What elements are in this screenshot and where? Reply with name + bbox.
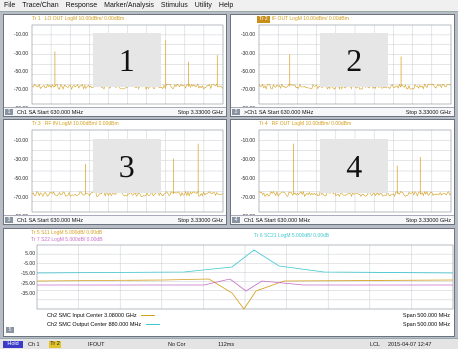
y-tick: -10.00 [240,32,255,39]
channel-footer: 2 >Ch1 SA Start 630.000 MHz Stop 3.33000 G… [231,107,454,116]
datetime: 2015-04-07 12:47 [388,341,432,348]
y-tick: -15.00 [20,271,35,277]
channel-footer: 1 Ch1 SA Start 630.000 MHz Stop 3.33000 GH… [4,107,226,116]
y-tick: -70.00 [240,87,255,94]
menu-stimulus[interactable]: Stimulus [161,2,188,9]
trace-indicator[interactable]: Tr 2 [49,340,61,348]
y-tick: 5.00 [25,251,35,257]
start-frequency: Ch1 SA Start 630.000 MHz [244,217,311,224]
trace-5-legend-swatch [141,315,156,317]
panel-index-badge: 2 [232,109,240,115]
stop-frequency: Stop 3.33000 GHz [405,109,451,116]
trace-window-1[interactable]: Tr 1 LO OUT LogM 10.00dBm/ 0.00dBm -10.00-… [3,14,227,117]
menu-trace-chan[interactable]: Trace/Chan [22,2,58,9]
menu-utility[interactable]: Utility [195,2,212,9]
channel-indicator[interactable]: Ch 1 [28,342,40,348]
menu-marker-analysis[interactable]: Marker/Analysis [104,2,154,9]
channel-footer: 4 Ch1 SA Start 630.000 MHz Stop 3.33000 GH… [231,215,454,224]
y-tick: -5.00 [23,261,35,267]
y-tick: -30.00 [13,50,28,57]
y-tick: -50.00 [13,68,28,75]
panel-index-badge: 4 [232,217,240,223]
menu-help[interactable]: Help [219,2,233,9]
y-tick: -10.00 [240,137,255,144]
y-tick: -10.00 [13,32,28,39]
channel-footer: 3 Ch1 SA Start 630.000 MHz Stop 3.33000 GH… [4,215,226,224]
output-center-label: Ch2 SMC Output Center 880.000 MHz [47,322,142,328]
start-frequency: Ch1 SA Start 630.000 MHz [17,109,84,116]
trace-window-2[interactable]: Tr 2 IF OUT LogM 10.00dBm/ 0.00dBm -10.00-… [230,14,455,117]
sparam-window[interactable]: Tr 5 S11 LogM 5.000dB/ 0.00dB Tr 7 S22 L… [3,228,455,337]
y-tick: -50.00 [240,68,255,75]
y-tick: -30.00 [240,50,255,57]
hold-indicator[interactable]: Hold [3,340,23,348]
y-tick: -25.00 [20,281,35,287]
y-tick: -70.00 [240,194,255,201]
stop-frequency: Stop 3.33000 GHz [405,217,451,224]
y-tick: -35.00 [20,291,35,297]
lcl-indicator: LCL [370,341,381,348]
input-line: Ch2 SMC Input Center 3.08000 GHz [47,313,156,319]
y-tick: -10.00 [13,137,28,144]
panel-index-badge: 1 [5,109,13,115]
stop-frequency: Stop 3.33000 GHz [177,217,223,224]
panel-number: 1 [92,33,161,88]
trace-6-legend-swatch [145,324,160,326]
menu-file[interactable]: File [4,2,15,9]
panel-number: 4 [320,138,389,193]
y-tick: -50.00 [240,175,255,182]
status-bar: Hold Ch 1 Tr 2 IFOUT No Cor 112ms LCL 20… [0,338,458,349]
measurement-indicator: IFOUT [88,341,105,348]
y-tick: -50.00 [13,175,28,182]
panel-number: 2 [320,33,389,88]
span-output: Span 500.000 MHz [402,322,450,328]
menu-bar: File Trace/Chan Response Marker/Analysis… [0,0,458,12]
y-tick: -30.00 [13,156,28,163]
trace-window-3[interactable]: Tr 3 RF IN LogM 10.00dBm/ 0.00dBm -10.00 -3… [3,119,227,225]
sweep-time: 112ms [218,341,235,348]
menu-response[interactable]: Response [66,2,98,9]
panel-index-badge: 3 [5,217,13,223]
output-line: Ch2 SMC Output Center 880.000 MHz [47,322,160,328]
span-input: Span 500.000 MHz [402,313,450,319]
trace-window-4[interactable]: Tr 4 RF OUT LogM 10.00dBm/ 0.00dBm -10.00-… [230,119,455,225]
start-frequency: Ch1 SA Start 630.000 MHz [17,217,84,224]
channel-number-badge: 5 [6,327,14,333]
y-tick: -70.00 [13,87,28,94]
stop-frequency: Stop 3.33000 GHz [177,109,223,116]
input-center-label: Ch2 SMC Input Center 3.08000 GHz [47,313,137,319]
panel-number: 3 [92,138,161,193]
y-tick: -30.00 [240,156,255,163]
correction-indicator: No Cor [168,341,186,348]
y-tick: -70.00 [13,194,28,201]
start-frequency: >Ch1 SA Start 630.000 MHz [244,109,314,116]
